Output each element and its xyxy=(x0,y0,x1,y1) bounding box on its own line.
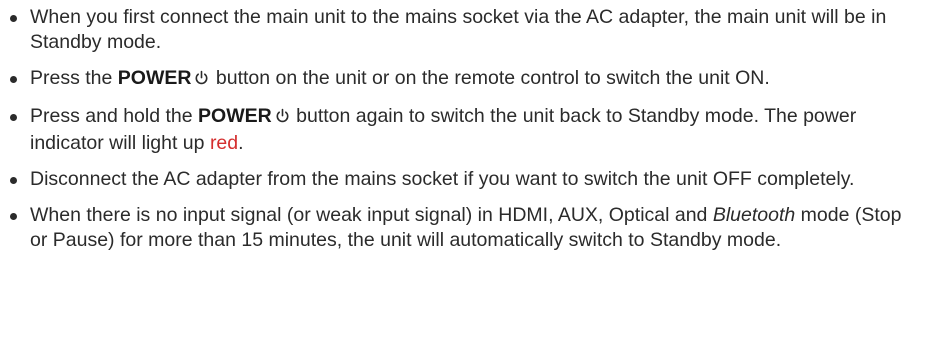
bullet-item-standby-on-connect: When you first connect the main unit to … xyxy=(8,5,923,55)
bullet-dot xyxy=(10,213,17,220)
bullet-dot xyxy=(10,15,17,22)
power-keyword: POWER xyxy=(117,67,192,89)
bullet-text-before: When there is no input signal (or weak i… xyxy=(30,204,708,226)
bullet-item-power-off: Disconnect the AC adapter from the mains… xyxy=(8,167,923,192)
bullet-dot xyxy=(10,114,17,121)
instruction-page: When you first connect the main unit to … xyxy=(0,0,933,350)
bullet-text-before: Press and hold the xyxy=(30,105,193,127)
bullet-text-after: button on the unit or on the remote cont… xyxy=(215,67,770,89)
bullet-text-before: Press the xyxy=(30,67,113,89)
bullet-text: When you first connect the main unit to … xyxy=(30,6,887,53)
bullet-item-auto-standby: When there is no input signal (or weak i… xyxy=(8,203,923,253)
power-symbol-icon xyxy=(275,106,290,131)
bullet-text-end: . xyxy=(238,132,244,154)
bullet-text: Disconnect the AC adapter from the mains… xyxy=(30,168,855,190)
instruction-bullet-list: When you first connect the main unit to … xyxy=(8,5,923,253)
power-symbol-icon xyxy=(194,68,209,93)
power-keyword: POWER xyxy=(198,105,272,127)
bullet-dot xyxy=(10,76,17,83)
bullet-dot xyxy=(10,177,17,184)
red-highlight-word: red xyxy=(209,132,239,154)
bullet-item-power-on: Press the POWER button on the unit or on… xyxy=(8,66,923,93)
bluetooth-italic-word: Bluetooth xyxy=(712,204,796,226)
bullet-item-standby-hold: Press and hold the POWER button again to… xyxy=(8,104,923,156)
